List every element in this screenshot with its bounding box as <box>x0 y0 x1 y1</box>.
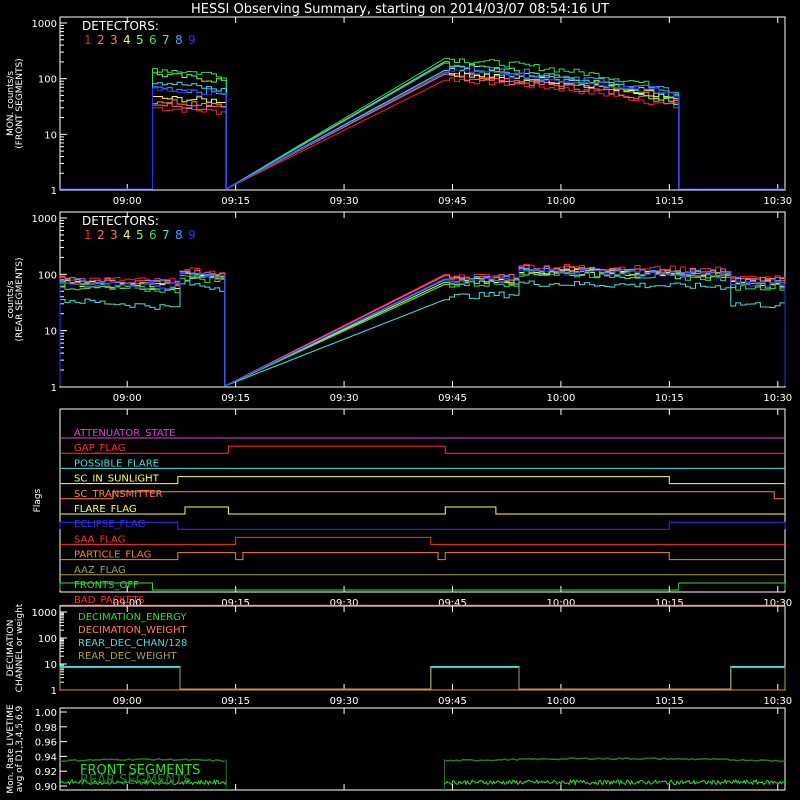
front-legend-item: 2 <box>97 33 105 47</box>
livetime-ytick-label: 0.92 <box>35 767 57 778</box>
livetime-ylabel: avg of D1,3,4,5,6,9 <box>15 705 25 792</box>
front-legend-item: 6 <box>149 33 157 47</box>
front-ytick-label: 100 <box>38 75 57 86</box>
rear-xtick-label: 10:00 <box>547 393 576 404</box>
rear-ytick-label: 100 <box>38 270 57 281</box>
flag-label-sc_in_sunlight: SC_IN_SUNLIGHT <box>74 474 160 485</box>
livetime-ytick-label: 0.94 <box>35 752 57 763</box>
figure-title: HESSI Observing Summary, starting on 201… <box>191 2 609 17</box>
flag-label-attenuator_state: ATTENUATOR_STATE <box>74 428 175 439</box>
livetime-legend-rear: REAR SEGMENTS <box>80 773 191 788</box>
rear-legend-item: 3 <box>110 228 118 242</box>
front-xtick-label: 09:30 <box>330 196 359 207</box>
rear-legend-item: 6 <box>149 228 157 242</box>
front-ytick-label: 1000 <box>32 19 57 30</box>
decimation-xtick-label: 10:15 <box>655 696 684 707</box>
rear-legend-item: 8 <box>175 228 183 242</box>
flag-label-particle_flag: PARTICLE_FLAG <box>74 550 151 561</box>
front-xtick-label: 10:00 <box>547 196 576 207</box>
decimation-legend-item: REAR_DEC_WEIGHT <box>78 651 177 662</box>
flag-label-possible_flare: POSSIBLE_FLARE <box>74 458 159 469</box>
flag-label-eclipse_flag: ECLIPSE_FLAG <box>74 519 145 530</box>
front-xtick-label: 10:15 <box>655 196 684 207</box>
rear-xtick-label: 10:30 <box>763 393 792 404</box>
rear-xtick-label: 09:45 <box>438 393 467 404</box>
flag-label-saa_flag: SAA_FLAG <box>74 534 125 545</box>
front-legend-item: 9 <box>188 33 196 47</box>
front-legend-title: DETECTORS: <box>82 19 159 33</box>
front-ylabel: (FRONT SEGMENTS) <box>15 58 25 148</box>
decimation-ytick-label: 1000 <box>32 608 57 619</box>
front-legend-item: 3 <box>110 33 118 47</box>
rear-xtick-label: 09:00 <box>113 393 142 404</box>
livetime-ytick-label: 0.98 <box>35 723 57 734</box>
decimation-legend-item: DECIMATION_ENERGY <box>78 612 187 623</box>
front-xtick-label: 09:15 <box>221 196 250 207</box>
rear-ylabel: (REAR SEGMENTS) <box>15 257 25 341</box>
livetime-ytick-label: 0.96 <box>35 738 57 749</box>
rear-ytick-label: 10 <box>44 327 57 338</box>
front-ytick-label: 1 <box>51 186 57 197</box>
rear-legend-item: 1 <box>84 228 92 242</box>
flag-label-fronts_off: FRONTS_OFF <box>74 580 139 591</box>
livetime-ytick-label: 1.00 <box>35 708 57 719</box>
livetime-ytick-label: 0.90 <box>35 782 57 793</box>
decimation-xtick-label: 10:30 <box>763 696 792 707</box>
decimation-ytick-label: 10 <box>44 660 57 671</box>
front-legend-item: 5 <box>136 33 144 47</box>
decimation-xtick-label: 09:00 <box>113 696 142 707</box>
rear-xtick-label: 10:15 <box>655 393 684 404</box>
rear-legend-item: 4 <box>123 228 131 242</box>
decimation-ylabel: CHANNEL or weight <box>15 603 25 692</box>
flag-label-flare_flag: FLARE_FLAG <box>74 504 137 515</box>
decimation-legend-item: DECIMATION_WEIGHT <box>78 625 187 636</box>
decimation-ytick-label: 100 <box>38 634 57 645</box>
front-xtick-label: 09:45 <box>438 196 467 207</box>
flags-ylabel: Flags <box>33 488 43 512</box>
rear-legend-title: DETECTORS: <box>82 214 159 228</box>
rear-legend-item: 5 <box>136 228 144 242</box>
flag-label-gap_flag: GAP_FLAG <box>74 443 126 454</box>
decimation-xtick-label: 09:15 <box>221 696 250 707</box>
rear-xtick-label: 09:30 <box>330 393 359 404</box>
decimation-xtick-label: 09:30 <box>330 696 359 707</box>
front-ytick-label: 10 <box>44 130 57 141</box>
front-legend-item: 1 <box>84 33 92 47</box>
rear-xtick-label: 09:15 <box>221 393 250 404</box>
front-xtick-label: 09:00 <box>113 196 142 207</box>
front-xtick-label: 10:30 <box>763 196 792 207</box>
rear-legend-item: 7 <box>162 228 170 242</box>
decimation-xtick-label: 10:00 <box>547 696 576 707</box>
decimation-legend-item: REAR_DEC_CHAN/128 <box>78 638 187 649</box>
rear-ytick-label: 1000 <box>32 214 57 225</box>
front-legend-item: 4 <box>123 33 131 47</box>
flag-label-sc_transmitter: SC_TRANSMITTER <box>74 489 163 500</box>
front-legend-item: 7 <box>162 33 170 47</box>
decimation-xtick-label: 09:45 <box>438 696 467 707</box>
hessi-summary-figure: HESSI Observing Summary, starting on 201… <box>0 0 800 800</box>
rear-legend-item: 2 <box>97 228 105 242</box>
flag-label-aaz_flag: AAZ_FLAG <box>74 565 126 576</box>
rear-legend-item: 9 <box>188 228 196 242</box>
rear-ytick-label: 1 <box>51 383 57 394</box>
front-legend-item: 8 <box>175 33 183 47</box>
flag-label-bad_packets: BAD_PACKETS <box>74 595 145 606</box>
decimation-ytick-label: 1 <box>51 686 57 697</box>
